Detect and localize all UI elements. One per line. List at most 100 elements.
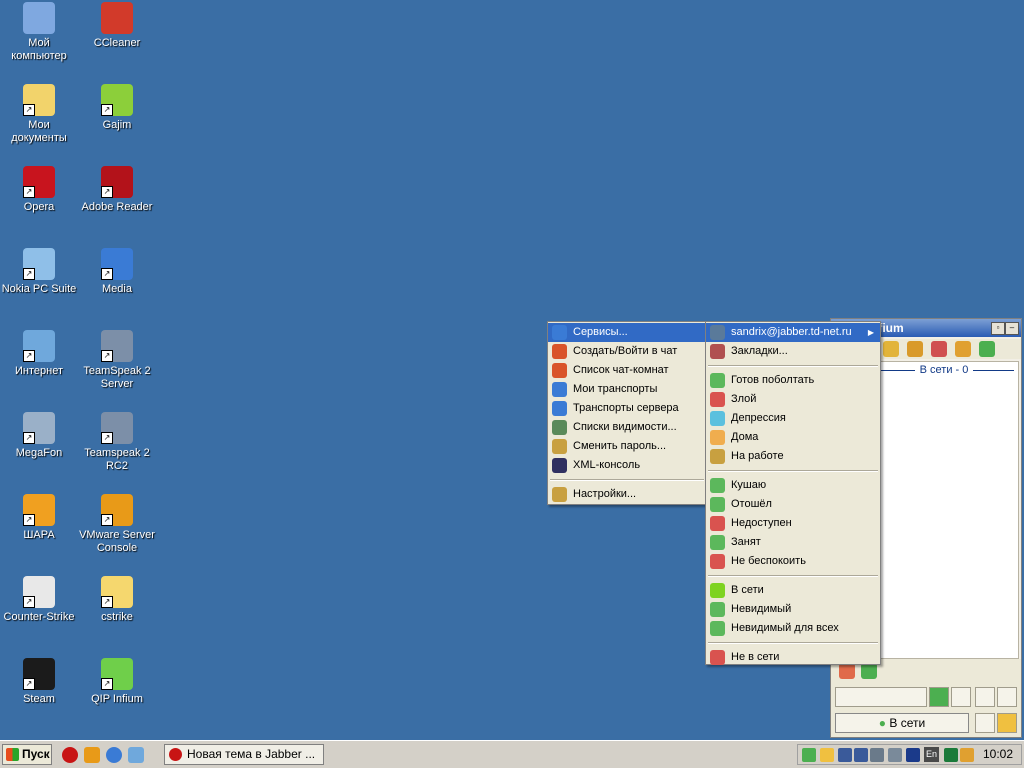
status-menu-item[interactable]: На работе [706, 447, 880, 466]
status-menu-item[interactable]: В сети [706, 581, 880, 600]
show-desktop-icon[interactable] [128, 747, 144, 763]
minimize-button[interactable]: – [1005, 322, 1019, 335]
status-button[interactable]: ● В сети [835, 713, 969, 733]
history-icon[interactable] [907, 341, 923, 357]
desktop-icon[interactable]: ↗ Opera [0, 166, 78, 214]
taskbar-task-opera[interactable]: Новая тема в Jabber ... [164, 744, 324, 765]
main-menu-item[interactable]: Транспорты сервера [548, 399, 706, 418]
vmware-quicklaunch-icon[interactable] [84, 747, 100, 763]
desktop-icon-label: Steam [23, 693, 55, 705]
desktop-icon[interactable]: ↗ Nokia PC Suite [0, 248, 78, 296]
desktop-icon[interactable]: ↗ Media [78, 248, 156, 296]
menu-item-label: Злой [731, 393, 757, 405]
main-menu-item[interactable]: Мои транспорты [548, 380, 706, 399]
shortcut-arrow-icon: ↗ [101, 186, 113, 198]
disk-tray-icon[interactable] [888, 748, 902, 762]
shortcut-icon: ↗ [23, 330, 55, 362]
status-menu-item[interactable]: Дома [706, 428, 880, 447]
status-menu-item[interactable]: Не беспокоить [706, 552, 880, 571]
main-menu-item[interactable]: Сменить пароль... [548, 437, 706, 456]
qip-tray-icon[interactable] [802, 748, 816, 762]
status-menu-item[interactable]: Невидимый [706, 600, 880, 619]
opera-quicklaunch-icon[interactable] [62, 747, 78, 763]
shortcut-icon [23, 2, 55, 34]
shortcut-icon: ↗ [23, 494, 55, 526]
menu-item-icon [710, 535, 725, 550]
taskbar: Пуск Новая тема в Jabber ... En 10:02 [0, 740, 1024, 768]
search-users-icon[interactable] [951, 687, 971, 707]
menu-item-icon [710, 497, 725, 512]
desktop-icon[interactable]: ↗ MegaFon [0, 412, 78, 460]
sound-icon[interactable] [883, 341, 899, 357]
menu-item-label: Сервисы... [573, 326, 628, 338]
shortcut-icon: ↗ [23, 576, 55, 608]
settings-menu-item[interactable]: Настройки... [548, 485, 706, 504]
clock: 10:02 [982, 747, 1013, 761]
shortcut-icon: ↗ [23, 658, 55, 690]
bookmarks-menu-item[interactable]: Закладки... [706, 342, 880, 361]
xstatus-icon[interactable] [975, 713, 995, 733]
desktop-icon[interactable]: CCleaner [78, 2, 156, 50]
main-menu-item[interactable]: Сервисы... [548, 323, 706, 342]
offline-menu-item[interactable]: Не в сети [706, 648, 880, 667]
menu-separator [708, 365, 878, 367]
monitor-tray-icon[interactable] [906, 748, 920, 762]
main-menu-item[interactable]: Списки видимости... [548, 418, 706, 437]
status-menu-item[interactable]: Кушаю [706, 476, 880, 495]
menu-item-icon [552, 382, 567, 397]
desktop-icon[interactable]: ↗ Adobe Reader [78, 166, 156, 214]
language-indicator[interactable]: En [924, 747, 939, 762]
desktop-icon[interactable]: ↗ cstrike [78, 576, 156, 624]
bulb-tray-icon[interactable] [820, 748, 834, 762]
status-menu-item[interactable]: Готов поболтать [706, 371, 880, 390]
desktop-icon[interactable]: ↗ Steam [0, 658, 78, 706]
desktop-icon[interactable]: ↗ TeamSpeak 2 Server [78, 330, 156, 391]
main-menu-item[interactable]: Создать/Войти в чат [548, 342, 706, 361]
ie-quicklaunch-icon[interactable] [106, 747, 122, 763]
profile-icon[interactable] [997, 713, 1017, 733]
calendar-icon[interactable] [931, 341, 947, 357]
main-menu-item[interactable]: Список чат-комнат [548, 361, 706, 380]
status-green-icon[interactable] [929, 687, 949, 707]
desktop-icon[interactable]: ↗ ШАРА [0, 494, 78, 542]
status-menu-item[interactable]: Депрессия [706, 409, 880, 428]
status-menu-item[interactable]: Злой [706, 390, 880, 409]
notes-icon[interactable] [975, 687, 995, 707]
shortcut-icon: ↗ [101, 412, 133, 444]
desktop-icon[interactable]: ↗ VMware Server Console [78, 494, 156, 555]
status-menu-item[interactable]: Невидимый для всех [706, 619, 880, 638]
desktop-icon-label: Nokia PC Suite [1, 283, 77, 295]
menu-item-label: XML-консоль [573, 459, 641, 471]
status-menu-item[interactable]: Занят [706, 533, 880, 552]
desktop-icon[interactable]: ↗ Мои документы [0, 84, 78, 145]
menu-item-icon [710, 373, 725, 388]
desktop-icon[interactable]: Мой компьютер [0, 2, 78, 63]
shortcut-icon: ↗ [23, 166, 55, 198]
shortcut-icon: ↗ [101, 330, 133, 362]
status-menu-item[interactable]: Недоступен [706, 514, 880, 533]
menu-item-icon [552, 325, 567, 340]
menu-item-label: Создать/Войти в чат [573, 345, 678, 357]
usb-tray-icon[interactable] [870, 748, 884, 762]
main-menu-button[interactable] [835, 687, 927, 707]
desktop-icon[interactable]: ↗ Teamspeak 2 RC2 [78, 412, 156, 473]
account-menu-item[interactable]: sandrix@jabber.td-net.ru ▶ [706, 323, 880, 342]
meter-tray-icon[interactable] [944, 748, 958, 762]
filter-icon[interactable] [997, 687, 1017, 707]
desktop-icon[interactable]: ↗ Gajim [78, 84, 156, 132]
shortcut-icon: ↗ [101, 576, 133, 608]
status-menu-item[interactable]: Отошёл [706, 495, 880, 514]
settings-icon[interactable] [955, 341, 971, 357]
pin-icon[interactable]: ▫ [991, 322, 1005, 335]
desktop-icon[interactable]: ↗ Counter-Strike [0, 576, 78, 624]
desktop-icon[interactable]: ↗ Интернет [0, 330, 78, 378]
tools-tray-icon[interactable] [960, 748, 974, 762]
main-menu-item[interactable]: XML-консоль [548, 456, 706, 475]
desktop-icon[interactable]: ↗ QIP Infium [78, 658, 156, 706]
menu-item-label: Депрессия [731, 412, 786, 424]
network-tray-icon[interactable] [838, 748, 852, 762]
start-button[interactable]: Пуск [2, 744, 52, 765]
contacts-icon[interactable] [979, 341, 995, 357]
group-header[interactable]: В сети - 0 [874, 364, 1015, 376]
network2-tray-icon[interactable] [854, 748, 868, 762]
